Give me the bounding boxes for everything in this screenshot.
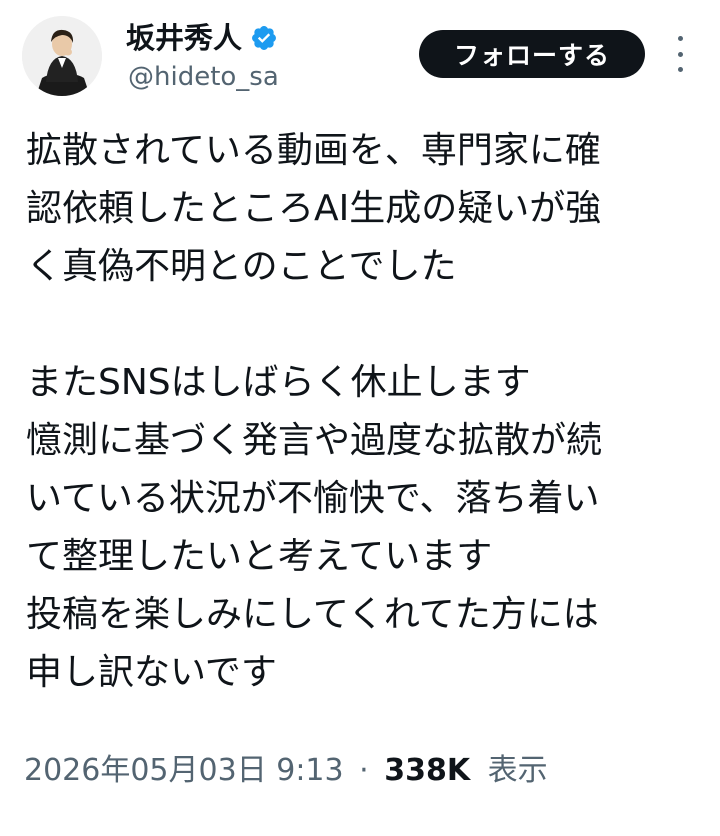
post-header: 坂井秀人 @hideto_sa フォローする	[0, 0, 720, 110]
views-count[interactable]: 338K	[384, 753, 470, 788]
post-meta: 2026年05月03日 9:13 · 338K 表示	[24, 748, 548, 794]
views-label: 表示	[487, 753, 548, 788]
author-display-name[interactable]: 坂井秀人	[126, 18, 242, 58]
post-text-blank-line	[26, 296, 706, 354]
post-text-line: 申し訳ないです	[26, 652, 277, 693]
post-text-line: またSNSはしばらく休止します	[26, 362, 531, 403]
more-dot	[677, 36, 683, 41]
more-dot	[677, 67, 683, 72]
verified-badge-icon	[250, 24, 278, 52]
meta-separator: ·	[359, 753, 369, 788]
author-name-row: 坂井秀人	[126, 18, 278, 58]
author-handle[interactable]: @hideto_sa	[128, 60, 279, 94]
follow-button[interactable]: フォローする	[419, 30, 645, 78]
more-vertical-icon[interactable]	[668, 36, 692, 72]
post-text-line: て整理したいと考えています	[26, 536, 493, 577]
post-text-line: 憶測に基づく発言や過度な拡散が続	[26, 420, 603, 461]
more-dot	[677, 51, 683, 57]
avatar-image	[22, 16, 102, 96]
post-text: 拡散されている動画を、専門家に確 認依頼したところAI生成の疑いが強 く真偽不明…	[26, 122, 706, 702]
post-timestamp[interactable]: 2026年05月03日 9:13	[24, 753, 344, 788]
post-text-line: いている状況が不愉快で、落ち着い	[26, 478, 600, 519]
post-text-line: 認依頼したところAI生成の疑いが強	[26, 188, 602, 229]
post-text-line: 投稿を楽しみにしてくれてた方には	[26, 594, 599, 635]
post-text-line: 拡散されている動画を、専門家に確	[26, 130, 601, 171]
post-text-line: く真偽不明とのことでした	[26, 246, 457, 287]
avatar[interactable]	[22, 16, 102, 96]
post-card: 坂井秀人 @hideto_sa フォローする 拡散されている動画を、専門家に確 …	[0, 0, 720, 836]
